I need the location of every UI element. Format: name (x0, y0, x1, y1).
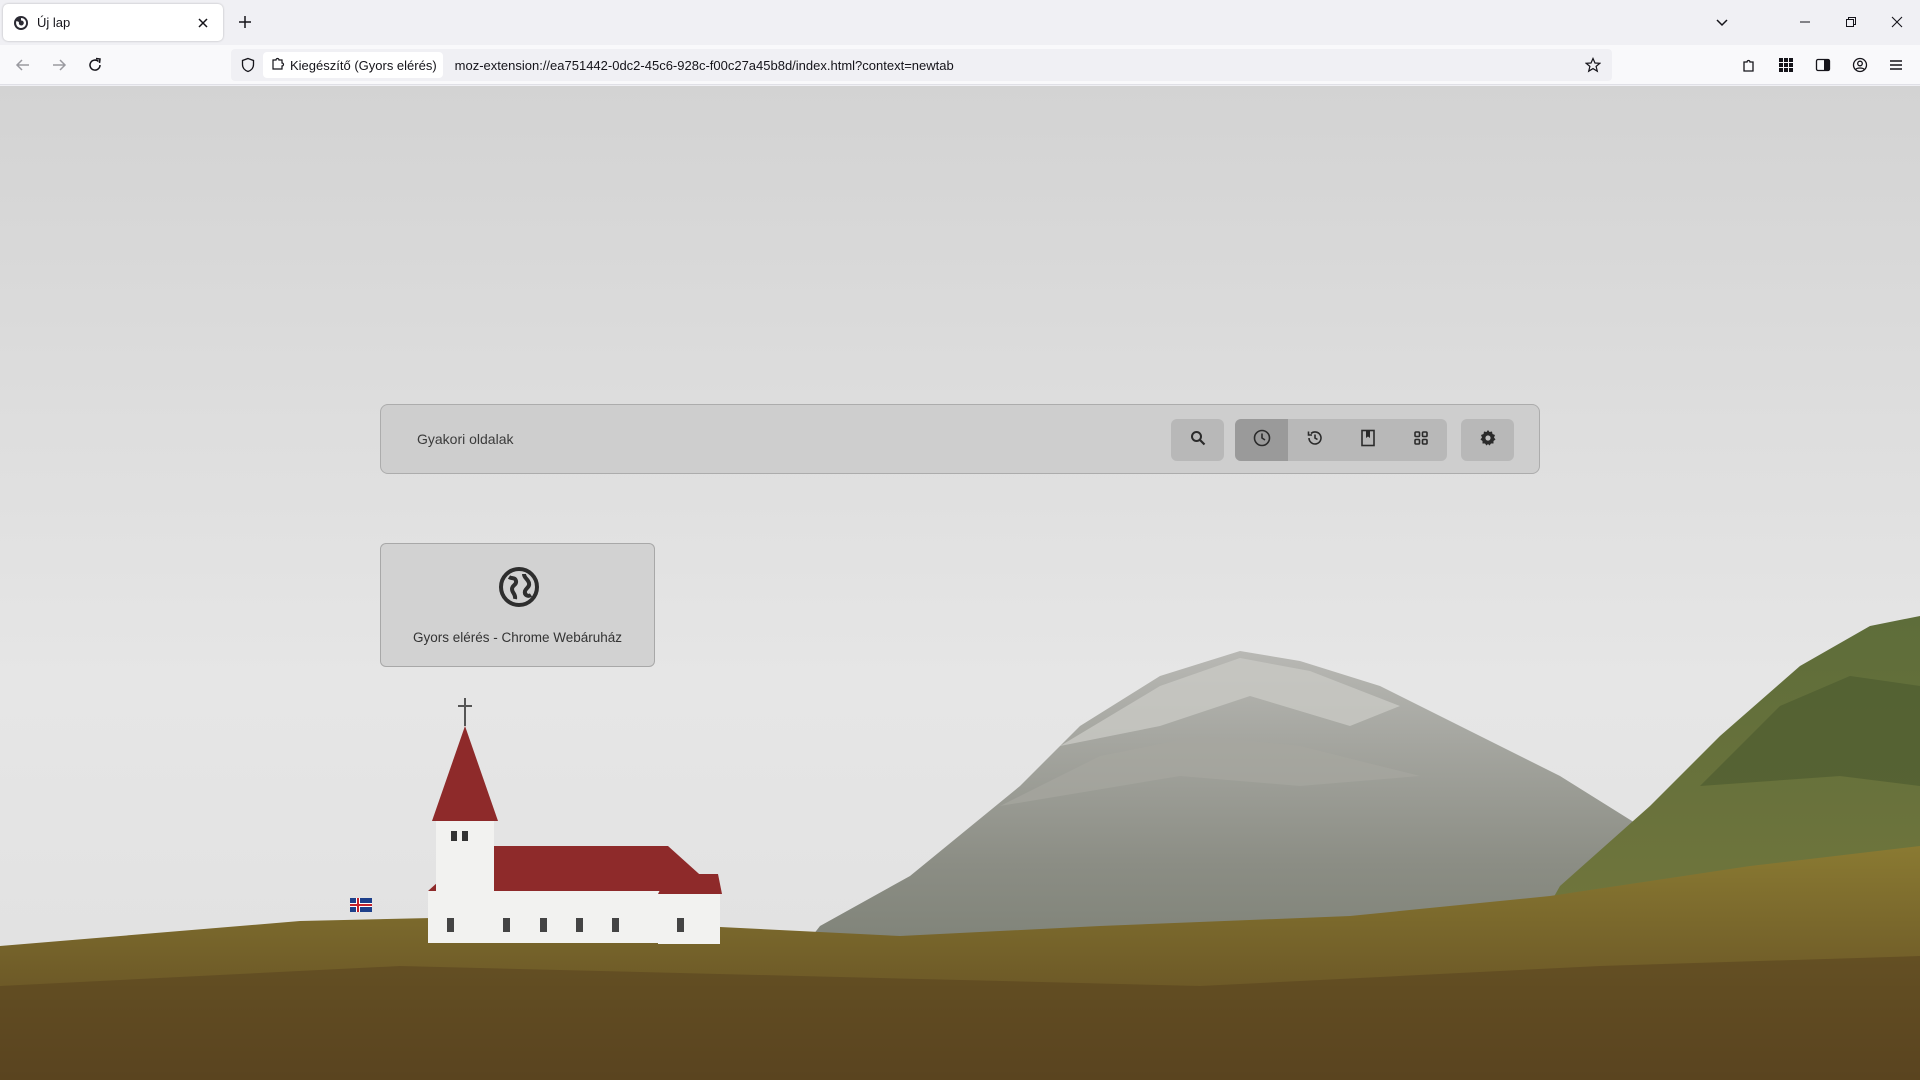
apps-button[interactable] (1394, 419, 1447, 461)
clock-icon (1253, 429, 1271, 452)
url-bar[interactable]: Kiegészítő (Gyors elérés) moz-extension:… (231, 49, 1612, 81)
search-button[interactable] (1171, 419, 1224, 461)
bookmark-icon (1360, 429, 1376, 452)
frequent-sites-button[interactable] (1235, 419, 1288, 461)
settings-button[interactable] (1461, 419, 1514, 461)
bookmark-star-icon[interactable] (1578, 50, 1608, 80)
tile-label: Gyors elérés - Chrome Webáruház (412, 630, 623, 645)
search-icon (1190, 430, 1206, 451)
current-view-label: Gyakori oldalak (417, 431, 514, 447)
forward-button[interactable] (44, 50, 74, 80)
grid-apps-icon[interactable] (1771, 50, 1801, 80)
list-all-tabs-button[interactable] (1708, 10, 1736, 34)
new-tab-page: Gyakori oldalak Gyors elérés - Chrome We… (0, 86, 1920, 1080)
sidebar-icon[interactable] (1808, 50, 1838, 80)
new-tab-button[interactable] (232, 9, 258, 35)
history-icon (1306, 429, 1324, 452)
restore-button[interactable] (1828, 0, 1874, 44)
extension-identity-label: Kiegészítő (Gyors elérés) (290, 57, 437, 73)
close-window-button[interactable] (1874, 0, 1920, 44)
history-button[interactable] (1288, 419, 1341, 461)
extension-identity-box[interactable]: Kiegészítő (Gyors elérés) (263, 52, 443, 78)
account-icon[interactable] (1845, 50, 1875, 80)
bookmarks-button[interactable] (1341, 419, 1394, 461)
tracking-protection-shield-icon[interactable] (233, 49, 263, 81)
speed-dial-tile[interactable]: Gyors elérés - Chrome Webáruház (380, 543, 655, 667)
view-switcher-group (1235, 419, 1447, 461)
gear-icon (1479, 429, 1497, 452)
tab-new-tab[interactable]: Új lap (3, 4, 223, 41)
url-text[interactable]: moz-extension://ea751442-0dc2-45c6-928c-… (455, 58, 1578, 73)
minimize-button[interactable] (1782, 0, 1828, 44)
grid-icon (1413, 430, 1429, 451)
settings-button-group (1461, 419, 1514, 461)
menu-hamburger-icon[interactable] (1881, 50, 1911, 80)
firefox-icon (13, 15, 29, 31)
reload-button[interactable] (80, 50, 110, 80)
landscape-background-image (0, 86, 1920, 1080)
search-button-group (1171, 419, 1224, 461)
close-tab-icon[interactable] (193, 13, 213, 33)
puzzle-piece-icon (271, 56, 285, 75)
navigation-toolbar: Kiegészítő (Gyors elérés) moz-extension:… (0, 45, 1920, 85)
globe-icon (498, 566, 540, 608)
extensions-icon[interactable] (1734, 50, 1764, 80)
tab-strip: Új lap (0, 0, 1920, 45)
search-toolbar-panel: Gyakori oldalak (380, 404, 1540, 474)
tab-title: Új lap (37, 15, 71, 30)
back-button[interactable] (8, 50, 38, 80)
